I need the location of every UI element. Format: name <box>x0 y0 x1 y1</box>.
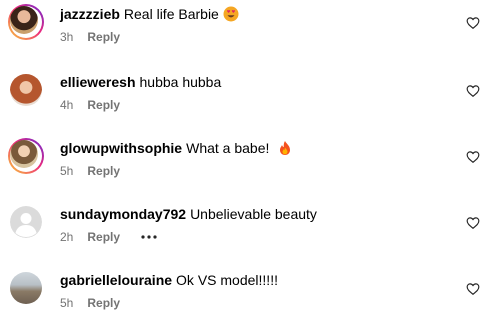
reply-button[interactable]: Reply <box>87 296 120 310</box>
more-horizontal-icon[interactable] <box>140 234 158 240</box>
comment-username[interactable]: ellieweresh <box>60 74 136 90</box>
comment-username[interactable]: sundaymonday792 <box>60 206 186 222</box>
comment-text: What a babe! <box>186 140 270 156</box>
comment-text: Real life Barbie <box>123 6 219 22</box>
comment-time: 5h <box>60 164 74 178</box>
comment-item: ellieweresh hubba hubba 4h Reply <box>0 72 489 138</box>
comment-time: 4h <box>60 98 74 112</box>
heart-outline-icon[interactable] <box>466 150 480 164</box>
reply-button[interactable]: Reply <box>87 98 120 112</box>
default-user-avatar-icon <box>10 206 42 238</box>
reply-button[interactable]: Reply <box>87 164 120 178</box>
heart-outline-icon[interactable] <box>466 282 480 296</box>
comment-meta: 2h Reply <box>60 228 158 246</box>
comment-meta: 5h Reply <box>60 294 120 312</box>
comment-meta: 3h Reply <box>60 28 120 46</box>
comment-body: ellieweresh hubba hubba <box>60 72 221 92</box>
avatar[interactable] <box>8 270 44 306</box>
avatar[interactable] <box>8 138 44 174</box>
heart-outline-icon[interactable] <box>466 216 480 230</box>
comment-time: 2h <box>60 230 74 244</box>
comment-body: glowupwithsophie What a babe! <box>60 138 293 158</box>
fire-emoji <box>280 141 291 155</box>
avatar[interactable] <box>8 4 44 40</box>
comment-username[interactable]: jazzzzieb <box>60 6 120 22</box>
smiling-face-with-heart-eyes-emoji <box>223 6 239 22</box>
avatar[interactable] <box>8 72 44 108</box>
avatar[interactable] <box>8 204 44 240</box>
comment-item: glowupwithsophie What a babe! 5h Reply <box>0 138 489 204</box>
comment-text: Unbelievable beauty <box>190 206 317 222</box>
comment-item: sundaymonday792 Unbelievable beauty 2h Rep… <box>0 204 489 270</box>
comment-body: jazzzzieb Real life Barbie <box>60 4 239 24</box>
comment-time: 5h <box>60 296 74 310</box>
comment-username[interactable]: glowupwithsophie <box>60 140 182 156</box>
comment-username[interactable]: gabriellelouraine <box>60 272 172 288</box>
reply-button[interactable]: Reply <box>87 30 120 44</box>
comment-item: jazzzzieb Real life Barbie 3h Reply <box>0 4 489 70</box>
comment-text: Ok VS model!!!!! <box>176 272 278 288</box>
comment-item: gabriellelouraine Ok VS model!!!!! 5h Repl… <box>0 270 489 336</box>
reply-button[interactable]: Reply <box>87 230 120 244</box>
comment-body: sundaymonday792 Unbelievable beauty <box>60 204 317 224</box>
comment-meta: 5h Reply <box>60 162 120 180</box>
comment-time: 3h <box>60 30 74 44</box>
comment-meta: 4h Reply <box>60 96 120 114</box>
comment-body: gabriellelouraine Ok VS model!!!!! <box>60 270 278 290</box>
heart-outline-icon[interactable] <box>466 84 480 98</box>
heart-outline-icon[interactable] <box>466 16 480 30</box>
comment-text: hubba hubba <box>139 74 222 90</box>
